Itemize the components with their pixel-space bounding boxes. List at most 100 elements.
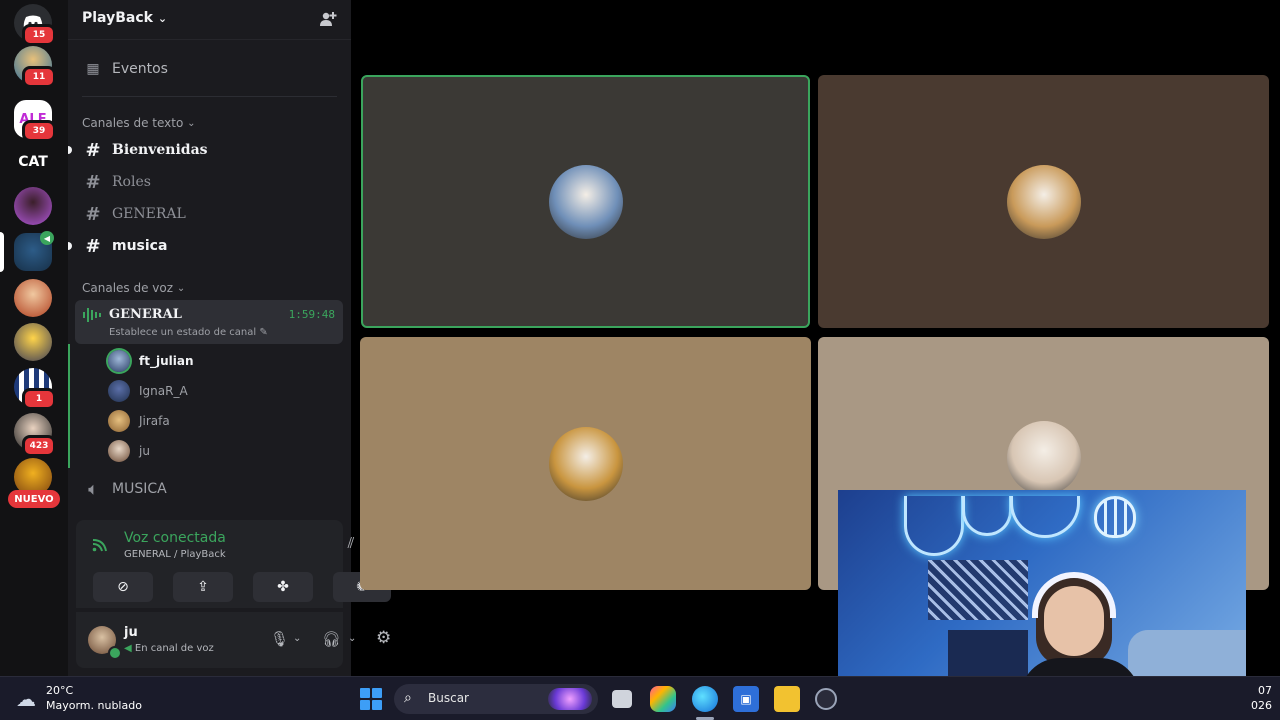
user-status: ◀ En canal de voz bbox=[124, 643, 214, 654]
voice-channel-musica[interactable]: 🔈︎ MUSICA bbox=[76, 475, 343, 503]
call-timer: 1:59:48 bbox=[288, 308, 335, 321]
participant-tile[interactable] bbox=[818, 75, 1269, 328]
search-placeholder: Buscar bbox=[428, 691, 469, 705]
neon-light bbox=[1010, 496, 1080, 538]
weather-condition[interactable]: Mayorm. nublado bbox=[46, 699, 142, 712]
voice-location[interactable]: GENERAL / PlayBack bbox=[124, 549, 226, 560]
online-status-icon bbox=[108, 646, 122, 660]
server-icon[interactable] bbox=[14, 187, 52, 225]
speaker-icon: ◀ bbox=[124, 643, 132, 654]
server-header[interactable]: PlayBack ⌄ bbox=[68, 0, 351, 40]
server-icon[interactable]: ALE 39 bbox=[14, 100, 56, 142]
headset bbox=[1032, 572, 1116, 618]
unread-badge: 1 bbox=[22, 388, 56, 410]
neon-light bbox=[904, 496, 964, 556]
server-icon[interactable]: 1 bbox=[14, 368, 56, 410]
voice-member[interactable]: ju bbox=[108, 438, 150, 464]
hashtag-icon: # bbox=[85, 139, 101, 161]
app-icon[interactable] bbox=[815, 688, 837, 710]
voice-channel-name: GENERAL bbox=[109, 307, 182, 322]
avatar bbox=[108, 410, 130, 432]
camera-off-button[interactable]: ⊘ bbox=[93, 572, 153, 602]
hashtag-icon: # bbox=[85, 203, 101, 225]
server-name: PlayBack ⌄ bbox=[82, 10, 168, 26]
voice-member[interactable]: IgnaR_A bbox=[108, 378, 188, 404]
chevron-down-icon: ⌄ bbox=[187, 117, 196, 129]
background-shelf bbox=[928, 560, 1028, 620]
avatar bbox=[108, 350, 130, 372]
speaker-icon: 🔈︎ bbox=[88, 480, 98, 498]
server-icon[interactable]: ◀ bbox=[14, 231, 54, 271]
voice-channels-category[interactable]: Canales de voz ⌄ bbox=[82, 281, 185, 295]
voice-connection-panel: Voz conectada GENERAL / PlayBack ⫽ ☎ ⊘ ⇪… bbox=[76, 520, 394, 608]
participant-tile[interactable] bbox=[360, 337, 811, 590]
microphone-icon[interactable]: 🎙︎ bbox=[270, 630, 289, 648]
participant-tile[interactable] bbox=[361, 75, 810, 328]
voice-wave-icon bbox=[83, 307, 101, 327]
server-icon[interactable] bbox=[14, 279, 52, 317]
channel-musica[interactable]: # musica bbox=[76, 232, 343, 260]
gear-icon[interactable]: ⚙ bbox=[376, 628, 391, 648]
activities-icon: ✤ bbox=[277, 579, 289, 595]
store-icon[interactable]: ▣ bbox=[733, 686, 759, 712]
pencil-icon: ✎ bbox=[259, 327, 268, 338]
clock-date[interactable]: 026 bbox=[1251, 699, 1272, 712]
server-icon[interactable]: 423 bbox=[14, 413, 56, 457]
avatar bbox=[108, 440, 130, 462]
channel-general-text[interactable]: # GENERAL bbox=[76, 200, 343, 228]
activities-button[interactable]: ✤ bbox=[253, 572, 313, 602]
server-icon[interactable]: 11 bbox=[14, 46, 56, 88]
server-icon[interactable]: CAT bbox=[14, 143, 52, 181]
calendar-icon: ▦ bbox=[86, 61, 100, 77]
club-crest-icon bbox=[1094, 496, 1136, 538]
user-panel: ju ◀ En canal de voz 🎙︎ ⌄ 🎧︎ ⌄ ⚙ bbox=[76, 612, 391, 668]
events-item[interactable]: ▦ Eventos bbox=[76, 55, 343, 83]
channel-roles[interactable]: # Roles bbox=[76, 168, 343, 196]
divider bbox=[82, 96, 337, 97]
server-icon[interactable] bbox=[14, 323, 52, 361]
cloudy-weather-icon[interactable]: ☁ bbox=[16, 687, 36, 711]
task-view-icon[interactable] bbox=[612, 690, 632, 708]
camera-off-icon: ⊘ bbox=[117, 579, 129, 595]
text-channels-category[interactable]: Canales de texto ⌄ bbox=[82, 116, 196, 130]
server-label: CAT bbox=[18, 154, 48, 170]
chevron-down-icon: ⌄ bbox=[176, 282, 186, 294]
signal-icon[interactable] bbox=[92, 538, 108, 556]
discord-app: 15 11 ALE 39 CAT ◀ 1 423 NUEVO PlayBack … bbox=[0, 0, 1280, 720]
channel-status[interactable]: Establece un estado de canal ✎ bbox=[109, 327, 268, 338]
home-discord-icon[interactable]: 15 bbox=[14, 4, 56, 46]
new-badge[interactable]: NUEVO bbox=[8, 490, 60, 508]
channel-sidebar: PlayBack ⌄ ▦ Eventos Canales de texto ⌄ … bbox=[68, 0, 394, 676]
unread-badge: 423 bbox=[22, 435, 56, 457]
taskbar-search[interactable]: ⌕ Buscar bbox=[394, 684, 598, 714]
screen-share-button[interactable]: ⇪ bbox=[173, 572, 233, 602]
headphones-icon[interactable]: 🎧︎ bbox=[322, 630, 341, 648]
hashtag-icon: # bbox=[85, 171, 101, 193]
voice-channel-general[interactable]: GENERAL Establece un estado de canal ✎ 1… bbox=[75, 300, 343, 344]
clock-time[interactable]: 07 bbox=[1258, 684, 1272, 697]
chevron-down-icon: ⌄ bbox=[157, 12, 168, 25]
windows-taskbar: ☁ 20°C Mayorm. nublado ⌕ Buscar ▣ 07 026 bbox=[0, 676, 1280, 720]
file-explorer-icon[interactable] bbox=[774, 686, 800, 712]
noise-suppression-icon[interactable]: ⫽ bbox=[340, 534, 362, 556]
search-icon: ⌕ bbox=[404, 690, 412, 706]
voice-member[interactable]: Jirafa bbox=[108, 408, 170, 434]
unread-badge: 15 bbox=[22, 24, 56, 46]
windows-start-icon[interactable] bbox=[360, 688, 382, 710]
avatar bbox=[548, 426, 623, 501]
edge-browser-icon[interactable] bbox=[692, 686, 718, 712]
voice-connected-label: Voz conectada bbox=[124, 530, 226, 546]
add-member-icon[interactable] bbox=[319, 10, 339, 30]
chevron-down-icon[interactable]: ⌄ bbox=[293, 633, 301, 644]
server-rail: 15 11 ALE 39 CAT ◀ 1 423 NUEVO bbox=[0, 0, 68, 676]
neon-light bbox=[962, 496, 1012, 536]
username[interactable]: ju bbox=[124, 625, 138, 640]
voice-member[interactable]: ft_julian bbox=[108, 348, 193, 374]
temperature[interactable]: 20°C bbox=[46, 684, 73, 697]
chevron-down-icon[interactable]: ⌄ bbox=[348, 633, 356, 644]
voice-tree-line bbox=[68, 344, 70, 468]
copilot-icon[interactable] bbox=[650, 686, 676, 712]
hashtag-icon: # bbox=[85, 235, 101, 257]
selected-server-indicator bbox=[0, 232, 4, 272]
channel-bienvenidas[interactable]: # Bienvenidas bbox=[76, 136, 343, 164]
